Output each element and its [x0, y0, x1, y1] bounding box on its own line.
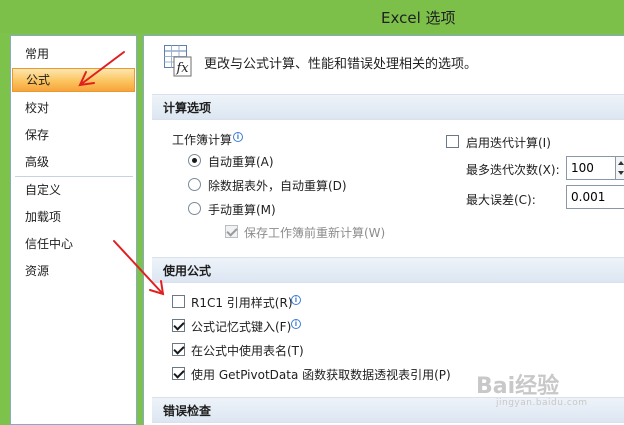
sidebar-item-advanced[interactable]: 高级 [12, 150, 135, 174]
formula-autocomplete-label[interactable]: 公式记忆式键入(F) [191, 318, 291, 335]
getpivotdata-checkbox[interactable] [172, 367, 185, 380]
r1c1-label[interactable]: R1C1 引用样式(R) [191, 294, 293, 311]
formula-autocomplete-checkbox[interactable] [172, 319, 185, 332]
radio-manual-calc[interactable] [188, 202, 201, 215]
options-content: fx 更改与公式计算、性能和错误处理相关的选项。 计算选项 工作簿计算 i 自动… [143, 35, 624, 425]
sidebar-item-addins[interactable]: 加载项 [12, 205, 135, 229]
sidebar-item-trust-center[interactable]: 信任中心 [12, 232, 135, 256]
sidebar-divider [15, 176, 133, 177]
title-bar: Excel 选项 [0, 0, 624, 33]
table-names-checkbox[interactable] [172, 343, 185, 356]
radio-auto-calc[interactable] [188, 154, 201, 167]
fx-function-icon: fx [164, 45, 192, 77]
table-names-label[interactable]: 在公式中使用表名(T) [191, 342, 304, 359]
auto-calc-label[interactable]: 自动重算(A) [208, 153, 274, 170]
sidebar-item-proofing[interactable]: 校对 [12, 96, 135, 120]
window-title: Excel 选项 [381, 9, 456, 27]
calc-options-heading: 计算选项 [152, 94, 624, 120]
recalc-before-save-label: 保存工作簿前重新计算(W) [244, 226, 386, 240]
working-with-formulas-heading: 使用公式 [152, 257, 624, 283]
r1c1-checkbox[interactable] [172, 295, 185, 308]
max-iterations-spinner[interactable] [616, 156, 624, 180]
max-iterations-input[interactable] [566, 156, 616, 180]
options-sidebar: 常用 公式 校对 保存 高级 自定义 加载项 信任中心 资源 [10, 35, 137, 425]
max-iterations-label: 最多迭代次数(X): [466, 163, 560, 177]
recalc-before-save-checkbox[interactable] [225, 225, 238, 238]
auto-except-tables-label[interactable]: 除数据表外，自动重算(D) [208, 177, 347, 194]
sidebar-item-save[interactable]: 保存 [12, 123, 135, 147]
getpivotdata-label[interactable]: 使用 GetPivotData 函数获取数据透视表引用(P) [191, 366, 451, 383]
workbook-calc-label: 工作簿计算 [172, 133, 233, 147]
iterative-calc-checkbox[interactable] [446, 135, 459, 148]
svg-text:fx: fx [176, 61, 190, 76]
baidu-watermark: Bai经验 jingyan.baidu.com [476, 368, 624, 418]
iterative-calc-label[interactable]: 启用迭代计算(I) [466, 134, 551, 151]
info-icon: i [291, 295, 301, 305]
page-banner: fx 更改与公式计算、性能和错误处理相关的选项。 [144, 36, 624, 88]
max-change-input[interactable] [566, 185, 624, 209]
sidebar-item-customize[interactable]: 自定义 [12, 178, 135, 202]
info-icon: i [233, 132, 243, 142]
info-icon: i [291, 319, 301, 329]
radio-auto-except-tables[interactable] [188, 178, 201, 191]
sidebar-item-resources[interactable]: 资源 [12, 259, 135, 283]
watermark-url: jingyan.baidu.com [496, 398, 588, 408]
banner-text: 更改与公式计算、性能和错误处理相关的选项。 [204, 57, 478, 72]
manual-calc-label[interactable]: 手动重算(M) [208, 201, 276, 218]
watermark-logo: Bai经验 [476, 374, 560, 399]
max-change-label: 最大误差(C): [466, 193, 536, 207]
sidebar-item-popular[interactable]: 常用 [12, 42, 135, 66]
sidebar-item-formulas[interactable]: 公式 [12, 68, 135, 92]
